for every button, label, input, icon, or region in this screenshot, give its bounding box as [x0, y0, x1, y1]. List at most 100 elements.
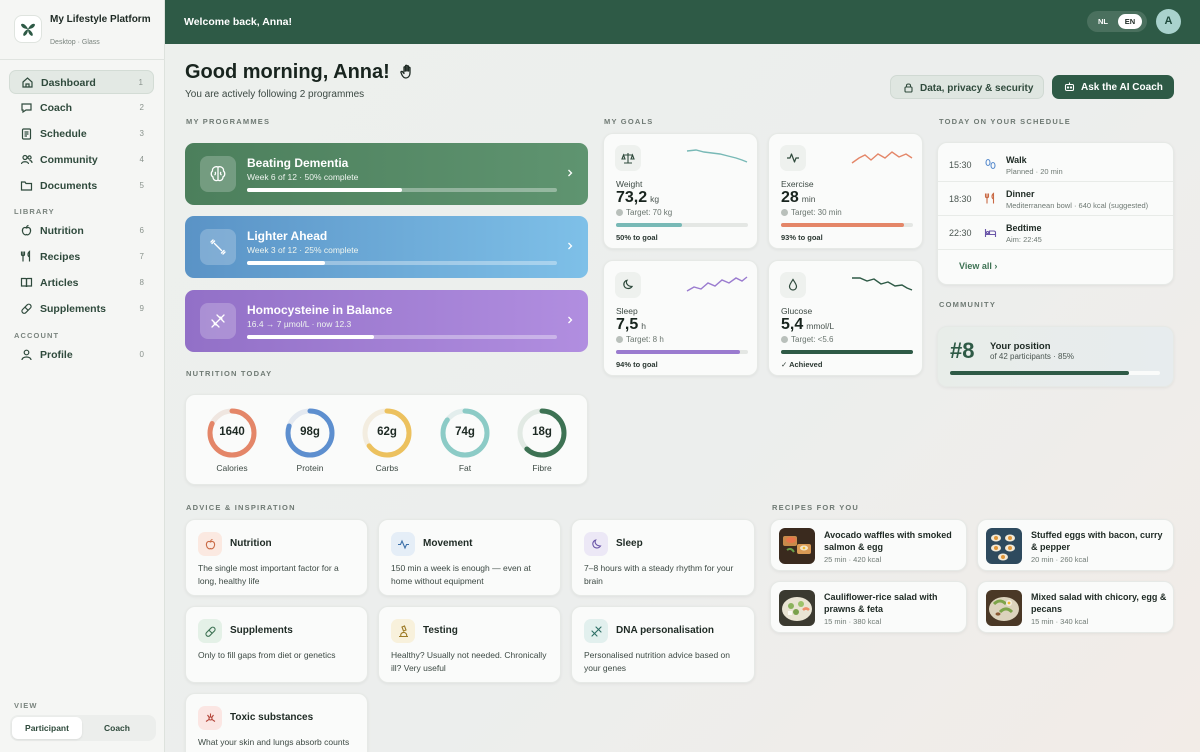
utensils-icon	[20, 250, 33, 263]
schedule-item-walk[interactable]: 15:30 Walk Planned · 20 min	[938, 148, 1173, 182]
library-section-label: LIBRARY	[14, 207, 55, 216]
app-name: My Lifestyle Platform	[50, 14, 151, 25]
sidebar-item-profile[interactable]: Profile 0	[9, 343, 154, 367]
programme-subtitle: Week 6 of 12 · 50% complete	[247, 172, 359, 182]
goal-progress-bar	[616, 223, 748, 227]
sidebar-item-label: Profile	[40, 349, 73, 361]
programme-title: Beating Dementia	[247, 156, 349, 170]
sidebar-item-label: Nutrition	[40, 225, 84, 237]
apple-icon	[198, 532, 222, 556]
recipe-title: Mixed salad with chicory, egg & pecans	[1031, 592, 1167, 614]
privacy-button[interactable]: Data, privacy & security	[890, 75, 1044, 99]
advice-card-testing[interactable]: Testing Healthy? Usually not needed. Chr…	[378, 606, 561, 683]
goal-name: Exercise	[781, 179, 814, 189]
nutrition-ring-fat[interactable]: 74g Fat	[437, 407, 493, 479]
sidebar-item-label: Supplements	[40, 303, 106, 315]
recipe-card[interactable]: Cauliflower-rice salad with prawns & fet…	[770, 581, 967, 633]
advice-description: 7–8 hours with a steady rhythm for your …	[584, 563, 734, 586]
goal-card-weight[interactable]: Weight 73,2 kg Target: 70 kg 50% to goal	[603, 133, 758, 249]
advice-card-dna[interactable]: DNA personalisation Personalised nutriti…	[571, 606, 755, 683]
sidebar-item-shortcut: 6	[139, 226, 144, 235]
recipe-card[interactable]: Avocado waffles with smoked salmon & egg…	[770, 519, 967, 571]
community-progress-fill	[950, 371, 1129, 375]
topbar: Welcome back, Anna! NL EN A	[165, 0, 1200, 44]
sidebar-item-community[interactable]: Community 4	[9, 148, 154, 172]
nutrition-ring-carbs[interactable]: 62g Carbs	[359, 407, 415, 479]
community-title: Your position	[990, 341, 1051, 352]
sidebar-item-shortcut: 8	[139, 278, 144, 287]
view-coach-button[interactable]: Coach	[82, 717, 152, 739]
target-dot-icon	[781, 336, 788, 343]
advice-title: DNA personalisation	[616, 625, 714, 636]
chat-icon	[20, 101, 33, 114]
advice-title: Movement	[423, 538, 473, 549]
scale-icon	[615, 145, 641, 171]
ask-ai-coach-button[interactable]: Ask the AI Coach	[1052, 75, 1174, 99]
view-all-link[interactable]: View all ›	[959, 261, 997, 271]
nutrition-ring-calories[interactable]: 1640 Calories	[204, 407, 260, 479]
nutrition-ring-fibre[interactable]: 18g Fibre	[514, 407, 570, 479]
goal-target-text: Target: <5.6	[791, 335, 834, 344]
programme-title: Homocysteine in Balance	[247, 303, 393, 317]
goal-name: Glucose	[781, 306, 813, 316]
lang-en-button[interactable]: EN	[1118, 14, 1142, 29]
welcome-text: Welcome back, Anna!	[184, 16, 292, 28]
nutrition-value: 74g	[455, 426, 475, 438]
lock-icon	[903, 82, 914, 93]
programme-card-beating-dementia[interactable]: Beating Dementia Week 6 of 12 · 50% comp…	[185, 143, 588, 205]
goal-value-row: 28 min	[781, 189, 816, 207]
sidebar-item-schedule[interactable]: Schedule 3	[9, 122, 154, 146]
user-icon	[20, 348, 33, 361]
advice-card-sleep[interactable]: Sleep 7–8 hours with a steady rhythm for…	[571, 519, 755, 596]
sidebar-item-shortcut: 1	[138, 78, 143, 87]
goal-percent: 93% to goal	[781, 233, 823, 242]
sidebar-item-nutrition[interactable]: Nutrition 6	[9, 219, 154, 243]
recipe-meta: 15 min · 340 kcal	[1031, 617, 1089, 626]
sidebar-item-coach[interactable]: Coach 2	[9, 96, 154, 120]
lang-nl-button[interactable]: NL	[1091, 14, 1115, 29]
nutrition-label: Fibre	[532, 463, 552, 473]
schedule-item-bedtime[interactable]: 22:30 Bedtime Aim: 22:45	[938, 216, 1173, 250]
goal-value-row: 5,4 mmol/L	[781, 316, 834, 334]
view-participant-button[interactable]: Participant	[12, 717, 82, 739]
goal-progress-fill	[616, 223, 682, 227]
schedule-title: Walk	[1006, 155, 1027, 165]
programme-card-homocysteine[interactable]: Homocysteine in Balance 16.4 → 7 µmol/L …	[185, 290, 588, 352]
sidebar-item-articles[interactable]: Articles 8	[9, 271, 154, 295]
goal-progress-fill	[616, 350, 741, 354]
community-card[interactable]: #8 Your position of 42 participants · 85…	[937, 326, 1174, 387]
avatar[interactable]: A	[1156, 9, 1181, 34]
recipe-title: Cauliflower-rice salad with prawns & fet…	[824, 592, 938, 614]
pill-icon	[198, 619, 222, 643]
goal-card-exercise[interactable]: Exercise 28 min Target: 30 min 93% to goa…	[768, 133, 923, 249]
advice-card-toxic-substances[interactable]: Toxic substances What your skin and lung…	[185, 693, 368, 752]
schedule-item-dinner[interactable]: 18:30 Dinner Mediterranean bowl · 640 kc…	[938, 182, 1173, 216]
goal-card-sleep[interactable]: Sleep 7,5 h Target: 8 h 94% to goal	[603, 260, 758, 376]
weight-sparkline	[686, 149, 748, 163]
recipe-card[interactable]: Mixed salad with chicory, egg & pecans 1…	[977, 581, 1174, 633]
dna-icon	[200, 303, 236, 339]
advice-card-nutrition[interactable]: Nutrition The single most important fact…	[185, 519, 368, 596]
programme-card-lighter-ahead[interactable]: Lighter Ahead Week 3 of 12 · 25% complet…	[185, 216, 588, 278]
goal-card-glucose[interactable]: Glucose 5,4 mmol/L Target: <5.6 ✓ Achieve…	[768, 260, 923, 376]
nutrition-label: Carbs	[375, 463, 399, 473]
recipe-image-mixed-salad	[986, 590, 1022, 626]
sidebar-item-supplements[interactable]: Supplements 9	[9, 297, 154, 321]
sidebar-item-shortcut: 0	[139, 350, 144, 359]
sidebar-item-recipes[interactable]: Recipes 7	[9, 245, 154, 269]
goal-value-row: 73,2 kg	[616, 189, 659, 207]
apple-icon	[20, 224, 33, 237]
sidebar-item-documents[interactable]: Documents 5	[9, 174, 154, 198]
nutrition-ring-protein[interactable]: 98g Protein	[282, 407, 338, 479]
recipe-card[interactable]: Stuffed eggs with bacon, curry & pepper …	[977, 519, 1174, 571]
dumbbell-icon	[200, 229, 236, 265]
sidebar-item-shortcut: 5	[139, 181, 144, 190]
advice-card-movement[interactable]: Movement 150 min a week is enough — even…	[378, 519, 561, 596]
community-progress-bar	[950, 371, 1160, 375]
nutrition-value: 62g	[377, 426, 397, 438]
activity-icon	[780, 145, 806, 171]
sidebar-item-dashboard[interactable]: Dashboard 1	[9, 70, 154, 94]
advice-card-supplements[interactable]: Supplements Only to fill gaps from diet …	[185, 606, 368, 683]
goal-value: 7,5	[616, 316, 639, 333]
robot-icon	[1064, 81, 1075, 92]
